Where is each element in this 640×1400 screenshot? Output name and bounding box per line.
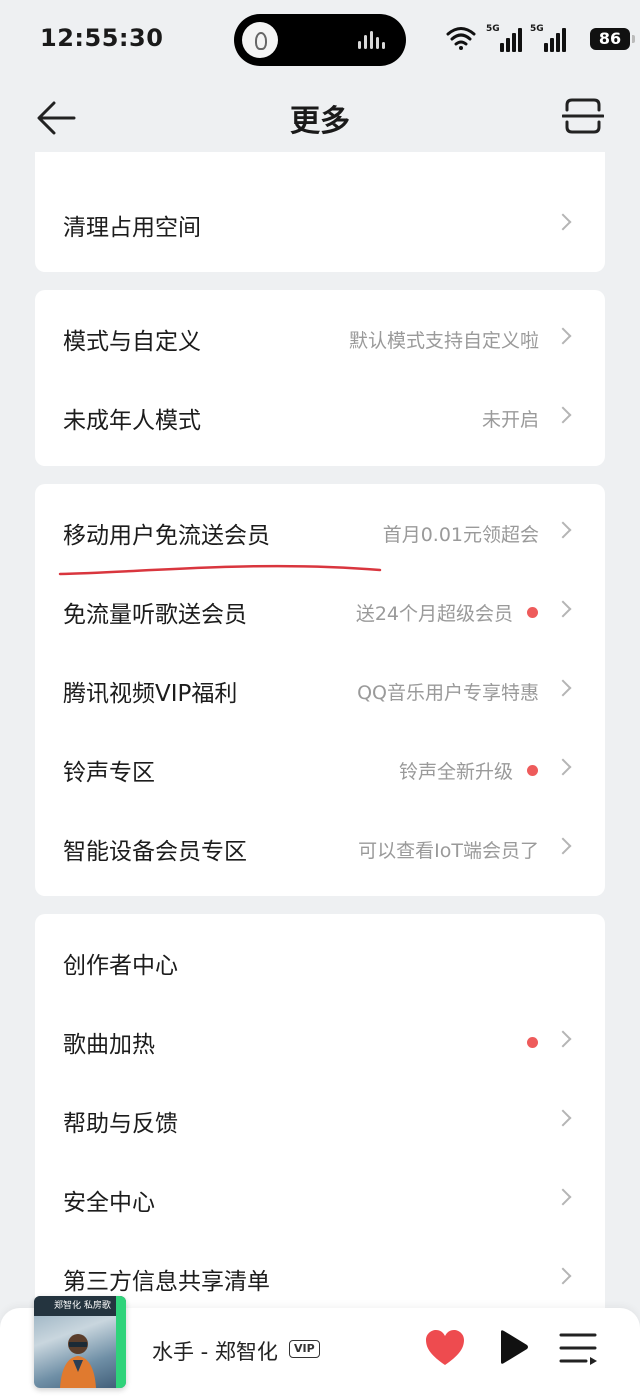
row-label: 第三方信息共享清单: [63, 1269, 270, 1295]
settings-row-creator-center[interactable]: 创作者中心: [35, 924, 605, 1002]
status-bar: 12:55:30 5G 5G 86: [0, 0, 640, 80]
settings-row-ringtones[interactable]: 铃声专区 铃声全新升级: [35, 731, 605, 809]
settings-row-clear-storage[interactable]: 清理占用空间: [35, 186, 605, 264]
row-hint: 送24个月超级会员: [355, 603, 513, 625]
chevron-right-icon: [554, 679, 572, 697]
wifi-icon: [446, 27, 476, 50]
row-label: 腾讯视频VIP福利: [63, 681, 238, 707]
battery-icon: 86: [590, 28, 635, 50]
chevron-right-icon: [554, 213, 572, 231]
chevron-right-icon: [554, 1109, 572, 1127]
notification-dot: [527, 765, 538, 776]
settings-card-modes: 模式与自定义 默认模式支持自定义啦 未成年人模式 未开启: [35, 290, 605, 466]
chevron-right-icon: [554, 837, 572, 855]
heart-icon[interactable]: [424, 1328, 466, 1368]
status-time: 12:55:30: [40, 24, 164, 52]
cover-caption: 郑智化 私房歌: [34, 1296, 126, 1316]
row-label: 免流量听歌送会员: [63, 602, 247, 628]
playlist-icon[interactable]: [558, 1330, 598, 1366]
settings-row-smart-devices[interactable]: 智能设备会员专区 可以查看IoT端会员了: [35, 810, 605, 888]
page-header: 更多: [0, 86, 640, 148]
row-label: 歌曲加热: [63, 1032, 155, 1058]
chevron-right-icon: [554, 521, 572, 539]
chevron-right-icon: [554, 1030, 572, 1048]
row-label: 安全中心: [63, 1190, 155, 1216]
row-label: 铃声专区: [63, 760, 155, 786]
row-hint: 默认模式支持自定义啦: [348, 330, 539, 352]
settings-row-security-center[interactable]: 安全中心: [35, 1161, 605, 1239]
row-hint: 可以查看IoT端会员了: [358, 840, 539, 862]
settings-row-minor-mode[interactable]: 未成年人模式 未开启: [35, 379, 605, 457]
row-label: 创作者中心: [63, 953, 178, 979]
row-label: 模式与自定义: [63, 329, 201, 355]
island-app-icon: [242, 22, 278, 58]
cover-accent: [116, 1296, 126, 1388]
row-label: 智能设备会员专区: [63, 839, 247, 865]
settings-row-tencent-video-vip[interactable]: 腾讯视频VIP福利 QQ音乐用户专享特惠: [35, 652, 605, 730]
row-label: 未成年人模式: [63, 408, 201, 434]
signal-icon-1: 5G: [486, 24, 522, 52]
scan-icon[interactable]: [562, 96, 604, 136]
settings-row-mode-customize[interactable]: 模式与自定义 默认模式支持自定义啦: [35, 300, 605, 378]
settings-row-help-feedback[interactable]: 帮助与反馈: [35, 1082, 605, 1160]
settings-row-song-boost[interactable]: 歌曲加热: [35, 1003, 605, 1081]
row-label: 帮助与反馈: [63, 1111, 178, 1137]
chevron-right-icon: [554, 327, 572, 345]
signal-icon-2: 5G: [530, 24, 566, 52]
row-hint: 未开启: [481, 409, 539, 431]
album-art-image: [60, 1334, 96, 1388]
audio-wave-icon: [358, 31, 388, 49]
now-playing-title[interactable]: 水手 - 郑智化: [152, 1336, 278, 1366]
chevron-right-icon: [554, 406, 572, 424]
chevron-right-icon: [554, 1267, 572, 1285]
settings-card-benefits: 移动用户免流送会员 首月0.01元领超会 免流量听歌送会员 送24个月超级会员 …: [35, 484, 605, 896]
dynamic-island: [234, 14, 406, 66]
album-cover[interactable]: 郑智化 私房歌: [34, 1296, 126, 1388]
settings-card-storage: 清理占用空间: [35, 152, 605, 272]
row-hint: 铃声全新升级: [398, 761, 513, 783]
chevron-right-icon: [554, 758, 572, 776]
settings-row-mobile-free-data[interactable]: 移动用户免流送会员 首月0.01元领超会: [35, 494, 605, 572]
settings-card-services: 创作者中心 歌曲加热 帮助与反馈 安全中心 第三方信息共享清单: [35, 914, 605, 1334]
row-label: 移动用户免流送会员: [63, 523, 270, 549]
chevron-right-icon: [554, 1188, 572, 1206]
row-label: 清理占用空间: [63, 215, 201, 241]
chevron-right-icon: [554, 600, 572, 618]
settings-row-free-data-listening[interactable]: 免流量听歌送会员 送24个月超级会员: [35, 573, 605, 651]
notification-dot: [527, 607, 538, 618]
row-hint: 首月0.01元领超会: [382, 524, 539, 546]
vip-badge: VIP: [289, 1340, 320, 1358]
page-title: 更多: [290, 104, 350, 139]
notification-dot: [527, 1037, 538, 1048]
row-hint: QQ音乐用户专享特惠: [357, 682, 539, 704]
play-icon[interactable]: [496, 1328, 530, 1366]
